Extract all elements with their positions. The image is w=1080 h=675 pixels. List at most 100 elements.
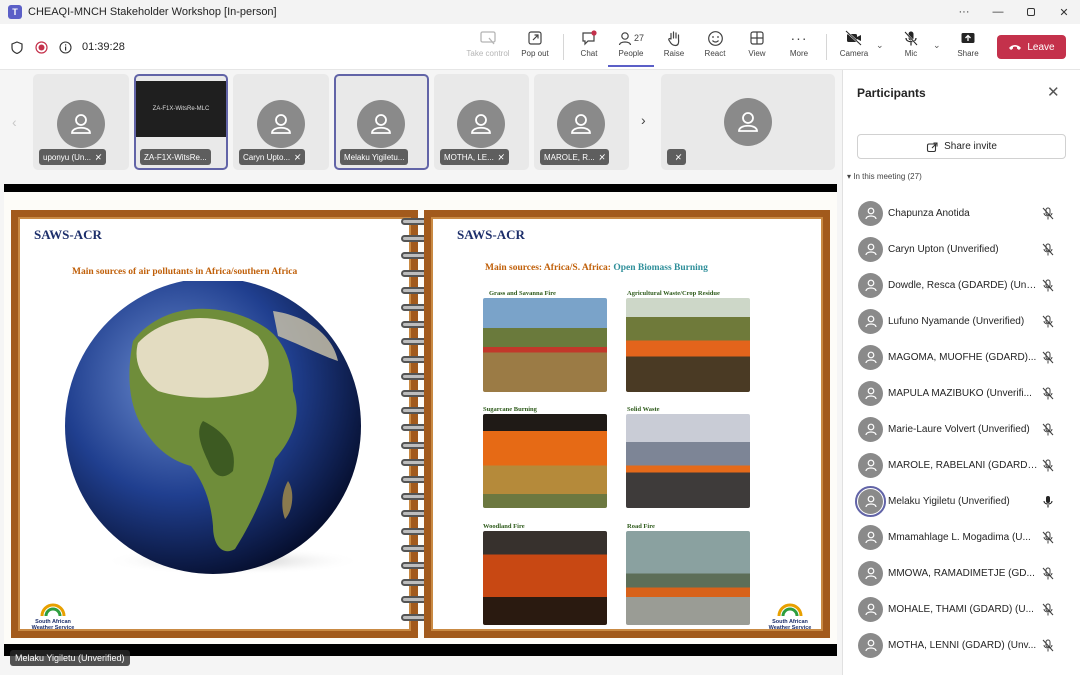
avatar bbox=[858, 380, 883, 406]
video-tile[interactable]: uponyu (Un... ✕̸ bbox=[33, 74, 129, 170]
chat-button[interactable]: Chat bbox=[566, 27, 612, 67]
info-icon[interactable] bbox=[58, 40, 72, 54]
avatar bbox=[557, 100, 605, 148]
share-button[interactable]: Share bbox=[945, 27, 991, 67]
tile-name-label: MOTHA, LE... ✕̸ bbox=[440, 149, 509, 165]
avatar bbox=[858, 200, 883, 226]
close-panel-icon[interactable]: ✕ bbox=[1047, 83, 1060, 101]
video-tile[interactable]: ZA-F1X-WitsRe-MLC ZA-F1X-WitsRe... bbox=[134, 74, 228, 170]
mic-off-icon bbox=[1041, 458, 1055, 472]
participant-name: MAGOMA, MUOFHE (GDARD)... bbox=[888, 351, 1037, 363]
avatar bbox=[357, 100, 405, 148]
participant-row[interactable]: Chapunza Anotida bbox=[843, 195, 1080, 231]
presenter-name-label: Melaku Yigiletu (Unverified) bbox=[10, 650, 130, 666]
panel-title: Participants bbox=[857, 86, 926, 100]
share-invite-icon bbox=[927, 141, 938, 152]
participant-row[interactable]: MMOWA, RAMADIMETJE (GD... bbox=[843, 555, 1080, 591]
participant-name: Melaku Yigiletu (Unverified) bbox=[888, 495, 1010, 507]
mic-off-icon bbox=[1041, 350, 1055, 364]
avatar bbox=[257, 100, 305, 148]
photo-caption: Agricultural Waste/Crop Residue bbox=[627, 290, 720, 297]
avatar bbox=[858, 632, 883, 658]
globe-image bbox=[65, 281, 363, 575]
raise-hand-button[interactable]: Raise bbox=[651, 27, 697, 67]
participant-name: Caryn Upton (Unverified) bbox=[888, 243, 999, 255]
video-tile[interactable]: MAROLE, R... ✕̸ bbox=[534, 74, 629, 170]
participant-name: MMOWA, RAMADIMETJE (GD... bbox=[888, 567, 1035, 579]
slide-brand-left: SAWS-ACR bbox=[34, 227, 102, 242]
participant-row[interactable]: Dowdle, Resca (GDARDE) (Unv... bbox=[843, 267, 1080, 303]
mic-off-icon: ✕̸ bbox=[675, 152, 682, 162]
avatar bbox=[858, 236, 883, 262]
participant-row[interactable]: MOTHA, LENNI (GDARD) (Unv... bbox=[843, 627, 1080, 663]
pop-out-button[interactable]: Pop out bbox=[512, 27, 558, 67]
tile-name-label: MAROLE, R... ✕̸ bbox=[540, 149, 610, 165]
slide-heading-right: Main sources: Africa/S. Africa: Open Bio… bbox=[485, 263, 708, 273]
mic-options-chevron-icon[interactable]: ⌄ bbox=[933, 40, 941, 51]
participant-row[interactable]: MAPULA MAZIBUKO (Unverifi... bbox=[843, 375, 1080, 411]
participant-row[interactable]: MOHALE, THAMI (GDARD) (U... bbox=[843, 591, 1080, 627]
share-invite-button[interactable]: Share invite bbox=[857, 134, 1066, 159]
mic-off-icon: ✕̸ bbox=[598, 152, 606, 162]
camera-options-chevron-icon[interactable]: ⌄ bbox=[876, 40, 884, 51]
mic-off-icon bbox=[1041, 566, 1055, 580]
avatar bbox=[855, 485, 886, 517]
participant-name: MOTHA, LENNI (GDARD) (Unv... bbox=[888, 639, 1037, 651]
in-meeting-section-header[interactable]: ▾ In this meeting (27) bbox=[847, 172, 922, 181]
camera-button[interactable]: Camera bbox=[831, 27, 877, 67]
phone-hangup-icon bbox=[1009, 45, 1022, 50]
participant-name: MAPULA MAZIBUKO (Unverifi... bbox=[888, 387, 1032, 399]
participant-row[interactable]: Lufuno Nyamande (Unverified) bbox=[843, 303, 1080, 339]
road-fire-photo bbox=[626, 531, 750, 625]
video-tile[interactable]: ✕̸ bbox=[661, 74, 835, 170]
leave-button[interactable]: Leave bbox=[997, 35, 1066, 59]
more-options-icon[interactable]: ··· bbox=[947, 0, 981, 24]
saws-logo-icon bbox=[40, 603, 66, 617]
participant-row[interactable]: Mmamahlage L. Mogadima (U... bbox=[843, 519, 1080, 555]
take-control-button[interactable]: Take control bbox=[465, 27, 511, 67]
avatar bbox=[57, 100, 105, 148]
mic-off-icon bbox=[1041, 206, 1055, 220]
video-tile[interactable]: Melaku Yigiletu... bbox=[334, 74, 429, 170]
participant-row[interactable]: Marie-Laure Volvert (Unverified) bbox=[843, 411, 1080, 447]
people-button[interactable]: 27 People bbox=[608, 27, 654, 67]
participant-row[interactable]: MAROLE, RABELANI (GDARD) ... bbox=[843, 447, 1080, 483]
view-button[interactable]: View bbox=[734, 27, 780, 67]
avatar bbox=[858, 524, 883, 550]
mic-off-icon bbox=[1041, 242, 1055, 256]
recording-icon[interactable] bbox=[34, 40, 48, 54]
photo-caption: Woodland Fire bbox=[483, 523, 525, 530]
tile-name-label: ✕̸ bbox=[667, 149, 686, 165]
participants-panel: Participants ✕ Share invite ▾ In this me… bbox=[842, 70, 1080, 675]
tile-name-label: ZA-F1X-WitsRe... bbox=[140, 149, 211, 165]
participant-row[interactable]: Melaku Yigiletu (Unverified) bbox=[843, 483, 1080, 519]
avatar bbox=[858, 344, 883, 370]
participant-row[interactable]: Caryn Upton (Unverified) bbox=[843, 231, 1080, 267]
meeting-toolbar: 01:39:28 Take control Pop out Chat 27 Pe… bbox=[0, 24, 1080, 70]
minimize-icon[interactable]: — bbox=[981, 0, 1015, 24]
slide-heading-left: Main sources of air pollutants in Africa… bbox=[72, 267, 298, 277]
shield-icon[interactable] bbox=[10, 40, 24, 54]
mic-button[interactable]: Mic bbox=[888, 27, 934, 67]
mic-on-icon bbox=[1041, 494, 1055, 508]
woodland-fire-photo bbox=[483, 531, 607, 625]
mic-off-icon bbox=[1041, 278, 1055, 292]
strip-next-arrow-icon[interactable]: › bbox=[641, 112, 646, 128]
saws-logo: South African Weather Service bbox=[28, 603, 78, 631]
slide-left-page: SAWS-ACR Main sources of air pollutants … bbox=[11, 210, 418, 638]
video-tile[interactable]: Caryn Upto... ✕̸ bbox=[233, 74, 329, 170]
participant-name: MAROLE, RABELANI (GDARD) ... bbox=[888, 459, 1038, 471]
maximize-icon[interactable] bbox=[1014, 0, 1048, 24]
video-tile[interactable]: MOTHA, LE... ✕̸ bbox=[434, 74, 529, 170]
react-button[interactable]: React bbox=[692, 27, 738, 67]
saws-logo-icon bbox=[777, 603, 803, 617]
meeting-stage: ‹ uponyu (Un... ✕̸ ZA-F1X-WitsRe-MLC ZA-F… bbox=[0, 70, 842, 675]
close-window-icon[interactable]: ✕ bbox=[1047, 0, 1080, 24]
more-button[interactable]: ··· More bbox=[776, 27, 822, 67]
mic-off-icon bbox=[1041, 638, 1055, 652]
mic-off-icon: ✕̸ bbox=[95, 152, 102, 162]
mic-off-icon bbox=[1041, 386, 1055, 400]
strip-prev-arrow-icon[interactable]: ‹ bbox=[12, 114, 17, 130]
grass-fire-photo bbox=[483, 298, 607, 392]
participant-row[interactable]: MAGOMA, MUOFHE (GDARD)... bbox=[843, 339, 1080, 375]
